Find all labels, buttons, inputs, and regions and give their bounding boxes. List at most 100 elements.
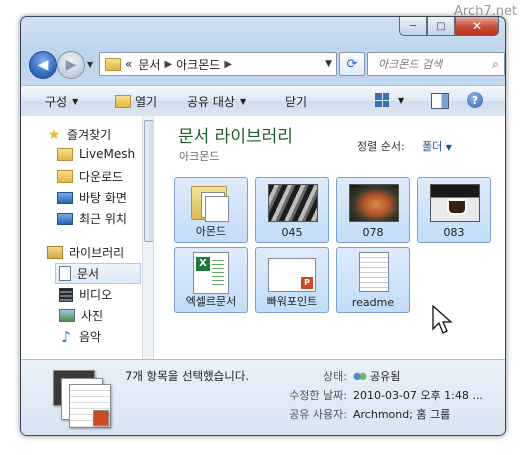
folder-icon [57, 170, 73, 183]
sidebar-item-label: 최근 위치 [79, 212, 127, 226]
sidebar-item-favorites[interactable]: ★ 즐겨찾기 [47, 126, 111, 143]
sidebar-item-music[interactable]: ♪ 음악 [59, 328, 101, 345]
help-icon: ? [467, 92, 483, 108]
breadcrumb-overflow[interactable]: « [125, 57, 132, 71]
file-tile[interactable]: 045 [255, 177, 329, 243]
sidebar-item-libraries[interactable]: 라이브러리 [47, 244, 124, 261]
chevron-down-icon: ▼ [239, 97, 247, 106]
excel-icon: X [193, 252, 229, 294]
breadcrumb-archmond[interactable]: 아크몬드 [176, 56, 220, 73]
chevron-right-icon[interactable]: ▶ [164, 59, 172, 70]
forward-button[interactable]: ▶ [57, 51, 85, 79]
close-label: 닫기 [285, 95, 308, 109]
file-tile[interactable]: P 빠워포인트 [255, 247, 329, 313]
file-label: 아몬드 [195, 225, 227, 238]
caption-buttons: ─ □ ✕ [399, 17, 499, 37]
text-file-icon [359, 252, 389, 292]
help-button[interactable]: ? [467, 92, 483, 108]
folder-icon [105, 57, 121, 71]
sidebar-item-pictures[interactable]: 사진 [59, 307, 103, 324]
sidebar-item-desktop[interactable]: 바탕 화면 [57, 189, 127, 206]
preview-pane-icon [431, 93, 449, 109]
file-tile[interactable]: 083 [417, 177, 491, 243]
breadcrumb-documents[interactable]: 문서 [138, 56, 160, 73]
organize-label: 구성 [45, 95, 68, 109]
sidebar-item-label: 바탕 화면 [79, 191, 127, 205]
recent-places-icon [57, 212, 73, 225]
refresh-button[interactable]: ⟳ [339, 52, 365, 76]
sidebar-item-label: 문서 [77, 267, 100, 281]
open-folder-icon [115, 95, 131, 108]
details-pane: 7개 항목을 선택했습니다. 상태: 공유됨 수정한 날짜: 2010-03-0… [21, 359, 505, 435]
sidebar-item-label: 사진 [81, 309, 104, 323]
library-icon [47, 246, 63, 259]
file-label: 078 [362, 226, 384, 239]
chevron-down-icon[interactable]: ▼ [325, 59, 332, 69]
sidebar-item-label: LiveMesh [79, 147, 136, 161]
file-label: 빠워포인트 [266, 295, 318, 308]
open-button[interactable]: 열기 [115, 93, 157, 110]
sidebar-item-videos[interactable]: 비디오 [59, 286, 112, 303]
modified-value: 2010-03-07 오후 1:48 ... [353, 389, 483, 402]
desktop-icon [57, 191, 73, 204]
scrollbar-thumb[interactable] [144, 120, 153, 242]
close-button[interactable]: ✕ [455, 17, 499, 36]
folder-icon [191, 182, 231, 222]
sidebar-item-label: 다운로드 [79, 170, 124, 184]
navigation-scrollbar[interactable] [142, 116, 153, 359]
search-box[interactable]: ⌕ [367, 52, 505, 76]
file-tile[interactable]: 아몬드 [174, 177, 248, 243]
search-icon: ⌕ [492, 56, 499, 71]
file-label: 083 [443, 226, 465, 239]
close-item-button[interactable]: 닫기 [285, 93, 307, 110]
chevron-down-icon: ▼ [72, 97, 79, 106]
file-label: 엑셀르문서 [185, 295, 237, 308]
address-bar[interactable]: « 문서 ▶ 아크몬드 ▶ ▼ [99, 52, 337, 76]
sort-label: 정렬 순서: [357, 140, 405, 153]
arrow-right-icon: ▶ [65, 57, 77, 73]
file-tile[interactable]: X 엑셀르문서 [174, 247, 248, 313]
file-tile[interactable]: readme [336, 247, 410, 313]
music-icon: ♪ [61, 327, 71, 346]
search-input[interactable] [376, 56, 490, 72]
folder-icon [57, 147, 73, 161]
arrow-left-icon: ◀ [37, 57, 49, 73]
selected-files-stack-icon [49, 370, 111, 428]
change-view-button[interactable]: ▼ [375, 93, 404, 107]
library-title: 문서 라이브러리 [178, 127, 293, 147]
back-button[interactable]: ◀ [29, 51, 57, 79]
shared-with-key: 공유 사용자: [289, 408, 347, 421]
sidebar-item-label: 비디오 [79, 288, 113, 302]
powerpoint-icon: P [268, 258, 316, 292]
share-with-button[interactable]: 공유 대상 ▼ [187, 93, 246, 110]
command-bar: 구성 ▼ 열기 공유 대상 ▼ 닫기 ▼ ? [21, 85, 505, 117]
sidebar-item-downloads[interactable]: 다운로드 [57, 168, 123, 185]
sidebar-item-documents[interactable]: 문서 [55, 263, 141, 284]
maximize-button[interactable]: □ [427, 17, 455, 36]
file-tile[interactable]: 078 [336, 177, 410, 243]
shared-with-value[interactable]: Archmond; 홈 그룹 [353, 406, 450, 422]
navigation-bar: ◀ ▶ ▼ « 문서 ▶ 아크몬드 ▶ ▼ ⟳ ⌕ [27, 51, 505, 79]
photo-thumbnail [268, 184, 318, 222]
mouse-pointer-icon [432, 305, 453, 334]
shared-people-icon [353, 371, 367, 383]
view-grid-icon [375, 93, 389, 107]
preview-pane-button[interactable] [431, 93, 449, 109]
recent-pages-dropdown[interactable]: ▼ [87, 60, 93, 69]
file-label: 045 [281, 226, 303, 239]
pictures-icon [59, 309, 75, 322]
sidebar-item-label: 라이브러리 [69, 246, 125, 260]
file-label: readme [351, 296, 395, 309]
chevron-right-icon[interactable]: ▶ [224, 59, 232, 70]
navigation-pane: ★ 즐겨찾기 LiveMesh 다운로드 바탕 화면 최근 위치 라이브러리 문… [21, 116, 154, 359]
sort-dropdown[interactable]: 폴더 ▼ [422, 138, 452, 154]
library-subtitle: 아크몬드 [179, 150, 220, 163]
sort-value: 폴더 [422, 140, 443, 153]
sidebar-item-recent-places[interactable]: 최근 위치 [57, 210, 127, 227]
chevron-down-icon: ▼ [398, 95, 405, 105]
sidebar-item-label: 즐겨찾기 [67, 128, 112, 142]
organize-button[interactable]: 구성 ▼ [45, 93, 78, 110]
minimize-button[interactable]: ─ [399, 17, 427, 36]
state-value: 공유됨 [353, 368, 400, 384]
sidebar-item-livemesh[interactable]: LiveMesh [57, 147, 135, 161]
